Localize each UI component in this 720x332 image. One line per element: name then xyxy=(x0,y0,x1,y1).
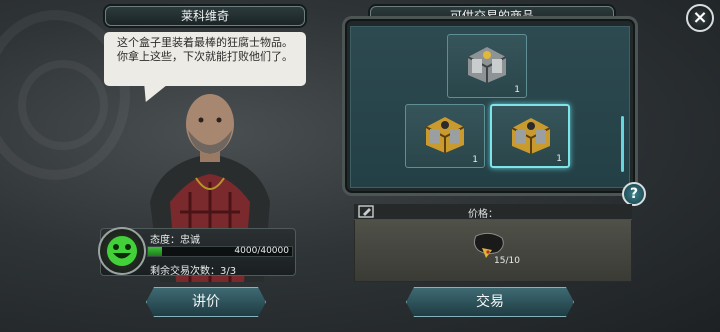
reputation-text: 4000/40000 xyxy=(234,246,289,256)
close-icon: × xyxy=(692,7,708,28)
trades-remaining: 剩余交易次数：3/3 xyxy=(150,266,237,277)
gold-crate-icon xyxy=(511,118,551,154)
shop-item-slot[interactable]: 1 xyxy=(447,34,527,98)
speech-bubble: 这个盒子里装着最棒的狂腐士物品。你拿上这些，下次就能打败他们了。 xyxy=(104,32,306,86)
shop-item-slot[interactable]: 1 xyxy=(405,104,485,168)
gold-crate-icon xyxy=(425,117,465,153)
silver-crate-icon xyxy=(467,47,507,83)
edit-icon[interactable] xyxy=(358,205,374,218)
reputation-bar: 4000/40000 xyxy=(147,246,293,257)
speech-text: 这个盒子里装着最棒的狂腐士物品。你拿上这些，下次就能打败他们了。 xyxy=(117,36,293,63)
help-button[interactable]: ? xyxy=(622,182,646,206)
npc-name-title: 莱科维奇 xyxy=(105,6,305,26)
trade-button[interactable]: 交易 xyxy=(406,287,574,317)
item-quantity: 1 xyxy=(514,85,520,95)
bargain-button[interactable]: 讲价 xyxy=(146,287,266,317)
happy-face-icon xyxy=(98,227,146,275)
shop-scrollbar[interactable] xyxy=(621,116,624,172)
shop-item-slot-selected[interactable]: 1 xyxy=(490,104,570,168)
attitude-label: 态度：忠诚 xyxy=(150,235,200,246)
reputation-bar-fill xyxy=(148,247,163,256)
price-label: 价格： xyxy=(468,209,498,220)
item-quantity: 1 xyxy=(556,154,562,164)
item-quantity: 1 xyxy=(472,155,478,165)
close-button[interactable]: × xyxy=(686,4,714,32)
price-amount: 15/10 xyxy=(494,256,520,266)
